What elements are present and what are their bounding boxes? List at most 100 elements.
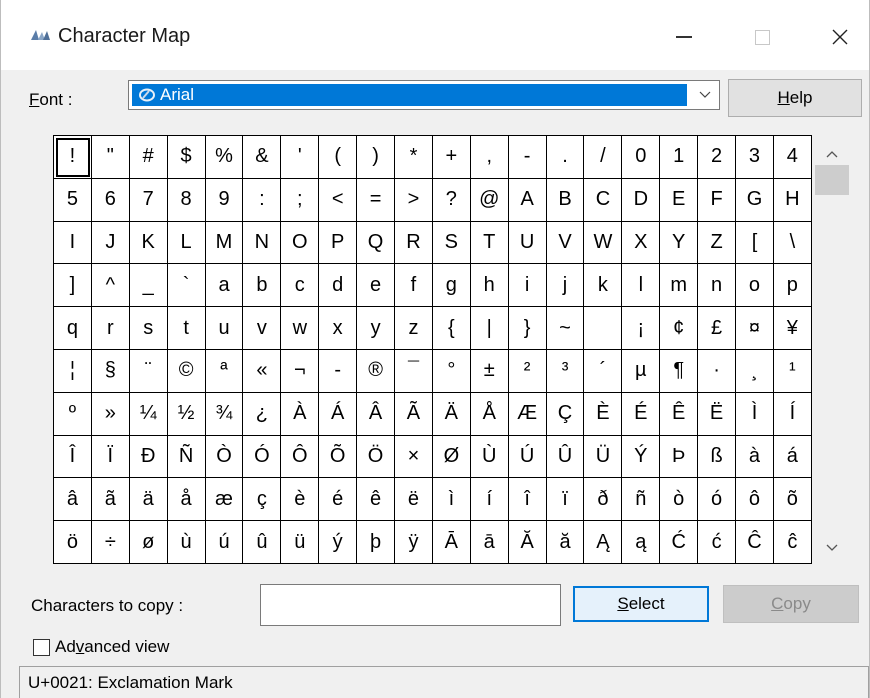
character-cell[interactable]: æ xyxy=(205,478,244,522)
character-cell[interactable]: h xyxy=(470,264,509,308)
character-cell[interactable]: 0 xyxy=(622,136,661,179)
character-cell[interactable]: ( xyxy=(319,136,358,179)
character-cell[interactable]: ´ xyxy=(584,349,623,393)
character-cell[interactable]: ê xyxy=(357,478,396,522)
title-bar[interactable]: Character Map xyxy=(1,0,869,70)
character-cell[interactable]: » xyxy=(91,392,130,436)
character-cell[interactable]: p xyxy=(773,264,812,308)
character-cell[interactable]: 2 xyxy=(698,136,737,179)
character-cell[interactable]: ? xyxy=(432,178,471,222)
character-cell[interactable]: w xyxy=(281,307,320,350)
character-cell[interactable]: É xyxy=(622,392,661,436)
character-cell[interactable]: I xyxy=(54,221,92,265)
character-cell[interactable]: g xyxy=(432,264,471,308)
character-cell[interactable]: º xyxy=(54,392,92,436)
character-cell[interactable]: Ä xyxy=(432,392,471,436)
character-cell[interactable]: @ xyxy=(470,178,509,222)
character-cell[interactable]: D xyxy=(622,178,661,222)
character-cell[interactable]: ú xyxy=(205,521,244,564)
character-cell[interactable]: Ì xyxy=(736,392,774,436)
character-cell[interactable]: ½ xyxy=(167,392,206,436)
character-cell[interactable]: ^ xyxy=(91,264,130,308)
character-cell[interactable]: õ xyxy=(773,478,812,522)
character-cell[interactable]: ¥ xyxy=(773,307,812,350)
character-cell[interactable]: b xyxy=(243,264,282,308)
character-cell[interactable]: Ú xyxy=(508,435,547,479)
character-cell[interactable]: ô xyxy=(736,478,774,522)
character-cell[interactable]: _ xyxy=(129,264,168,308)
character-cell[interactable]: È xyxy=(584,392,623,436)
character-cell[interactable]: Þ xyxy=(660,435,699,479)
character-cell[interactable]: ¤ xyxy=(736,307,774,350)
character-cell[interactable]: r xyxy=(91,307,130,350)
character-cell[interactable]: ~ xyxy=(546,307,585,350)
character-cell[interactable]: ® xyxy=(357,349,396,393)
character-cell[interactable]: v xyxy=(243,307,282,350)
character-cell[interactable]: Z xyxy=(698,221,737,265)
minimize-button[interactable] xyxy=(656,14,712,60)
character-cell[interactable]: â xyxy=(54,478,92,522)
advanced-view-checkbox[interactable]: Ad v anced view xyxy=(33,637,169,657)
character-cell[interactable]: ¨ xyxy=(129,349,168,393)
character-cell[interactable]: U xyxy=(508,221,547,265)
character-cell[interactable] xyxy=(584,307,623,350)
character-cell[interactable]: ¼ xyxy=(129,392,168,436)
character-cell[interactable]: { xyxy=(432,307,471,350)
character-cell[interactable]: " xyxy=(91,136,130,179)
character-cell[interactable]: ü xyxy=(281,521,320,564)
character-cell[interactable]: k xyxy=(584,264,623,308)
character-cell[interactable]: ò xyxy=(660,478,699,522)
character-grid[interactable]: ! " # $% & '() * +, -./0 1 2 3 4 5 6 7 8 9:; < = >? @ A B C D E F G H… xyxy=(53,135,812,564)
character-cell[interactable]: y xyxy=(357,307,396,350)
character-cell[interactable]: \ xyxy=(773,221,812,265)
character-cell[interactable]: ó xyxy=(698,478,737,522)
character-cell[interactable]: - xyxy=(508,136,547,179)
character-cell[interactable]: ¿ xyxy=(243,392,282,436)
character-cell[interactable]: ' xyxy=(281,136,320,179)
character-cell[interactable]: z xyxy=(395,307,433,350)
character-cell[interactable]: ë xyxy=(395,478,433,522)
character-cell[interactable]: Ò xyxy=(205,435,244,479)
character-cell[interactable]: m xyxy=(660,264,699,308)
character-cell[interactable]: * xyxy=(395,136,433,179)
character-cell[interactable]: ¬ xyxy=(281,349,320,393)
character-cell[interactable]: T xyxy=(470,221,509,265)
character-cell[interactable]: ¸ xyxy=(736,349,774,393)
character-cell[interactable]: ö xyxy=(54,521,92,564)
chevron-down-icon[interactable] xyxy=(697,87,713,103)
character-cell[interactable]: Ù xyxy=(470,435,509,479)
character-cell[interactable]: Ö xyxy=(357,435,396,479)
character-cell[interactable]: ù xyxy=(167,521,206,564)
character-cell[interactable]: ¶ xyxy=(660,349,699,393)
character-cell[interactable]: | xyxy=(470,307,509,350)
character-cell[interactable]: t xyxy=(167,307,206,350)
character-cell[interactable]: ` xyxy=(167,264,206,308)
character-cell[interactable]: = xyxy=(357,178,396,222)
character-cell[interactable]: ¦ xyxy=(54,349,92,393)
character-cell[interactable]: ¡ xyxy=(622,307,661,350)
character-cell[interactable]: ± xyxy=(470,349,509,393)
character-cell[interactable]: Ð xyxy=(129,435,168,479)
character-cell[interactable]: 8 xyxy=(167,178,206,222)
character-cell[interactable]: à xyxy=(736,435,774,479)
character-cell[interactable]: ð xyxy=(584,478,623,522)
character-cell[interactable]: å xyxy=(167,478,206,522)
character-cell[interactable]: § xyxy=(91,349,130,393)
character-cell[interactable]: À xyxy=(281,392,320,436)
character-cell[interactable]: ñ xyxy=(622,478,661,522)
character-cell[interactable]: 7 xyxy=(129,178,168,222)
character-cell[interactable]: Â xyxy=(357,392,396,436)
copy-button[interactable]: Copy xyxy=(723,585,859,623)
character-cell[interactable]: - xyxy=(319,349,358,393)
character-cell[interactable]: 5 xyxy=(54,178,92,222)
character-cell[interactable]: û xyxy=(243,521,282,564)
character-cell[interactable]: Ý xyxy=(622,435,661,479)
character-cell[interactable]: R xyxy=(395,221,433,265)
character-cell[interactable]: Å xyxy=(470,392,509,436)
character-cell[interactable]: N xyxy=(243,221,282,265)
character-cell[interactable]: ì xyxy=(432,478,471,522)
character-grid-scrollbar[interactable] xyxy=(813,135,851,563)
character-cell[interactable]: [ xyxy=(736,221,774,265)
character-cell[interactable]: Ñ xyxy=(167,435,206,479)
character-cell[interactable]: 1 xyxy=(660,136,699,179)
